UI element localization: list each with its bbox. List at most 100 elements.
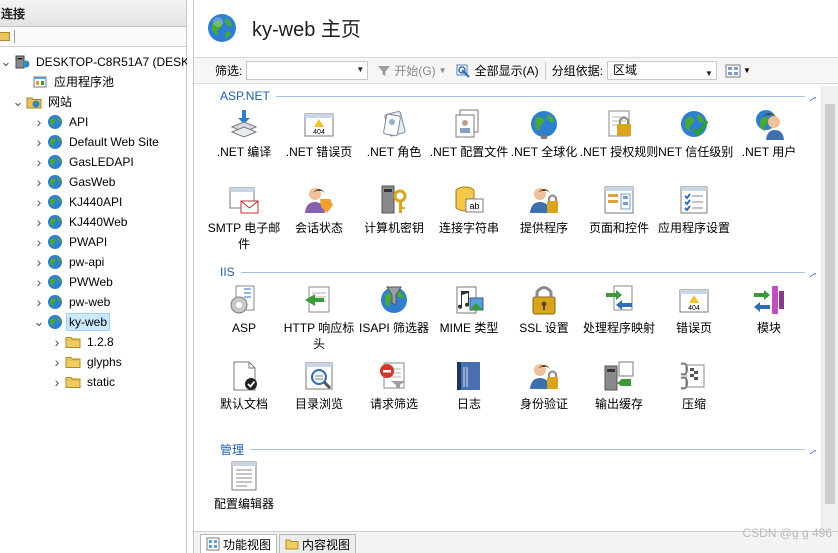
- tree-item[interactable]: › API: [33, 112, 91, 131]
- tab-label: 功能视图: [223, 537, 272, 552]
- chevron-down-icon[interactable]: ▼: [356, 65, 364, 74]
- vertical-scrollbar[interactable]: [821, 86, 838, 531]
- feature-label: 应用程序设置: [657, 221, 730, 235]
- feature-tile[interactable]: 会话状态: [279, 183, 359, 236]
- feature-tile[interactable]: SMTP 电子邮件: [204, 183, 284, 252]
- feature-tile[interactable]: .NET 信任级别: [654, 107, 734, 160]
- connections-pane: 连接 ⌄ DESKTOP-C8R51A7 (DESKT 应用程序池 ⌄ 网站 › API › D…: [0, 0, 187, 553]
- feature-tile[interactable]: 日志: [429, 359, 509, 412]
- feature-label: 计算机密钥: [363, 221, 424, 235]
- tree-item[interactable]: › pw-web: [33, 292, 113, 311]
- collapse-icon[interactable]: ︿: [809, 441, 817, 457]
- feature-tile[interactable]: 模块: [729, 283, 809, 336]
- feature-label: .NET 信任级别: [654, 145, 734, 159]
- chevron-right-icon[interactable]: ›: [33, 274, 45, 290]
- tree-item-label: 1.2.8: [87, 334, 114, 349]
- connections-header: 连接: [0, 0, 186, 27]
- chevron-right-icon[interactable]: ›: [33, 234, 45, 250]
- feature-tile[interactable]: SSL 设置: [504, 283, 584, 336]
- tree-item-label: pw-web: [69, 294, 111, 309]
- show-all-button[interactable]: 全部显示(A): [456, 62, 539, 79]
- chevron-right-icon[interactable]: ›: [33, 194, 45, 210]
- feature-label: HTTP 响应标头: [283, 321, 355, 351]
- feature-tile[interactable]: .NET 编译: [204, 107, 284, 160]
- tree-item[interactable]: ⌄ ky-web: [33, 312, 111, 331]
- feature-tile[interactable]: HTTP 响应标头: [279, 283, 359, 352]
- chevron-right-icon[interactable]: ›: [51, 354, 63, 370]
- folder-icon[interactable]: [0, 32, 10, 41]
- tree-item[interactable]: › GasLEDAPI: [33, 152, 137, 171]
- feature-tile[interactable]: ASP: [204, 283, 284, 336]
- feature-tile[interactable]: .NET 用户: [729, 107, 809, 160]
- chevron-right-icon[interactable]: ›: [33, 214, 45, 230]
- tree-item[interactable]: › static: [51, 372, 118, 391]
- feature-label: SMTP 电子邮件: [207, 221, 281, 251]
- tree-item[interactable]: ⌄ DESKTOP-C8R51A7 (DESKT: [0, 52, 187, 71]
- feature-tile[interactable]: 默认文档: [204, 359, 284, 412]
- view-mode-button[interactable]: ▼: [725, 64, 751, 78]
- chevron-down-icon[interactable]: ⌄: [12, 94, 24, 109]
- feature-tile[interactable]: 请求筛选: [354, 359, 434, 412]
- tree-item[interactable]: › PWWeb: [33, 272, 116, 291]
- chevron-right-icon[interactable]: ›: [33, 114, 45, 130]
- feature-tile[interactable]: 页面和控件: [579, 183, 659, 236]
- collapse-icon[interactable]: ︿: [809, 264, 817, 280]
- tree-item[interactable]: 应用程序池: [18, 72, 117, 91]
- feature-label: 模块: [756, 321, 781, 335]
- tree-item[interactable]: ⌄ 网站: [12, 92, 75, 111]
- collapse-icon[interactable]: ︿: [809, 88, 817, 104]
- feature-tile[interactable]: .NET 角色: [354, 107, 434, 160]
- tree-item[interactable]: › PWAPI: [33, 232, 110, 251]
- tree-item[interactable]: › pw-api: [33, 252, 107, 271]
- smtp-email-icon: [227, 183, 261, 217]
- tree-item[interactable]: › KJ440API: [33, 192, 125, 211]
- feature-tile[interactable]: .NET 授权规则: [579, 107, 659, 160]
- watermark: CSDN @g g 496: [742, 526, 832, 540]
- feature-tile[interactable]: 404 .NET 错误页: [279, 107, 359, 160]
- chevron-right-icon[interactable]: ›: [51, 374, 63, 390]
- feature-tile[interactable]: 配置编辑器: [204, 459, 284, 512]
- feature-tile[interactable]: 目录浏览: [279, 359, 359, 412]
- chevron-right-icon[interactable]: ›: [33, 174, 45, 190]
- chevron-right-icon[interactable]: ›: [33, 254, 45, 270]
- chevron-down-icon[interactable]: ▼: [705, 65, 713, 82]
- tree-item[interactable]: › Default Web Site: [33, 132, 162, 151]
- feature-tile[interactable]: 压缩: [654, 359, 734, 412]
- tab-content-view[interactable]: 内容视图: [279, 534, 357, 553]
- feature-tile[interactable]: 提供程序: [504, 183, 584, 236]
- chevron-right-icon[interactable]: ›: [33, 154, 45, 170]
- tree-item[interactable]: › glyphs: [51, 352, 125, 371]
- filter-input[interactable]: ▼: [246, 61, 369, 80]
- feature-tile[interactable]: 输出缓存: [579, 359, 659, 412]
- feature-label: .NET 用户: [741, 145, 797, 159]
- app-pool-icon: [33, 76, 47, 87]
- start-button[interactable]: 开始(G) ▼: [377, 62, 447, 79]
- feature-tile[interactable]: ISAPI 筛选器: [354, 283, 434, 336]
- chevron-right-icon[interactable]: ›: [33, 134, 45, 150]
- group-by-select[interactable]: 区域 ▼: [606, 61, 717, 82]
- globe-icon: [48, 274, 62, 289]
- feature-tile[interactable]: 404 错误页: [654, 283, 734, 336]
- chevron-down-icon[interactable]: ⌄: [0, 54, 12, 69]
- feature-tile[interactable]: 处理程序映射: [579, 283, 659, 336]
- funnel-icon: [378, 65, 391, 76]
- net-profile-icon: [452, 107, 486, 141]
- feature-tile[interactable]: .NET 全球化: [504, 107, 584, 160]
- chevron-right-icon[interactable]: ›: [33, 294, 45, 310]
- scrollbar-thumb[interactable]: [825, 104, 835, 504]
- feature-tile[interactable]: 计算机密钥: [354, 183, 434, 236]
- asp-icon: [227, 283, 261, 317]
- tree-item[interactable]: › GasWeb: [33, 172, 118, 191]
- feature-tile[interactable]: MIME 类型: [429, 283, 509, 336]
- feature-tile[interactable]: 身份验证: [504, 359, 584, 412]
- feature-tile[interactable]: .NET 配置文件: [429, 107, 509, 160]
- chevron-right-icon[interactable]: ›: [51, 334, 63, 350]
- tree-item[interactable]: › 1.2.8: [51, 332, 117, 351]
- globe-icon: [208, 13, 236, 42]
- chevron-down-icon[interactable]: ⌄: [33, 314, 45, 329]
- feature-tile[interactable]: 应用程序设置: [654, 183, 734, 236]
- handler-mappings-icon: [602, 283, 636, 317]
- tab-features-view[interactable]: 功能视图: [200, 534, 278, 553]
- tree-item[interactable]: › KJ440Web: [33, 212, 130, 231]
- feature-tile[interactable]: ab 连接字符串: [429, 183, 509, 236]
